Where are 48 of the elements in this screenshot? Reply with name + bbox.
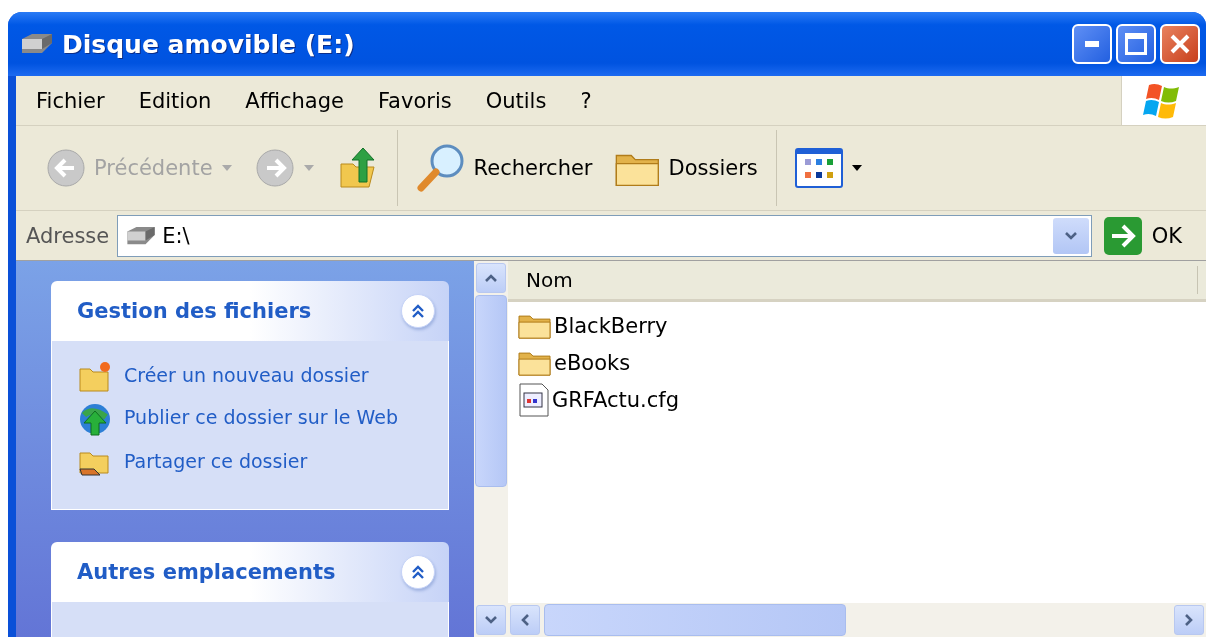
collapse-button[interactable]	[401, 555, 435, 589]
new-folder-icon	[78, 361, 112, 393]
file-name[interactable]: eBooks	[554, 350, 631, 375]
menu-item[interactable]: ?	[563, 88, 609, 113]
collapse-icon	[410, 564, 426, 580]
menu-item[interactable]: Outils	[468, 88, 564, 113]
views-icon	[794, 148, 843, 188]
minimize-icon	[1085, 41, 1099, 47]
task-link[interactable]: Partager ce dossier	[78, 447, 438, 479]
dropdown-button[interactable]	[1052, 217, 1089, 254]
task-panel-title: Autres emplacements	[77, 560, 337, 584]
close-icon	[1169, 33, 1191, 55]
file-name[interactable]: GRFActu.cfg	[552, 387, 680, 412]
collapse-button[interactable]	[401, 294, 435, 328]
close-button[interactable]	[1160, 24, 1200, 64]
scroll-thumb[interactable]	[544, 604, 846, 636]
maximize-icon	[1125, 33, 1147, 55]
column-header[interactable]: Nom	[508, 266, 1198, 294]
caret-icon	[850, 164, 863, 172]
task-panel-title: Gestion des fichiers	[77, 299, 313, 323]
menu-item[interactable]: Fichier	[16, 88, 122, 113]
maximize-button[interactable]	[1116, 24, 1156, 64]
file-name[interactable]: BlackBerry	[554, 313, 668, 338]
menu-item[interactable]: Favoris	[360, 88, 469, 113]
scroll-up-button[interactable]	[476, 263, 506, 293]
scroll-thumb[interactable]	[475, 295, 507, 487]
window-title: Disque amovible (E:)	[62, 29, 356, 59]
vertical-scrollbar[interactable]	[474, 261, 508, 637]
menu-item[interactable]: Affichage	[228, 88, 361, 113]
scroll-left-button[interactable]	[510, 605, 540, 635]
scroll-down-button[interactable]	[476, 605, 506, 635]
caret-icon	[302, 164, 315, 172]
task-link[interactable]: Publier ce dossier sur le Web	[78, 403, 438, 437]
menu-item[interactable]: Edition	[121, 88, 229, 113]
config-file-icon	[518, 382, 550, 417]
caret-icon	[220, 164, 233, 172]
scroll-right-button[interactable]	[1174, 605, 1204, 635]
address-label: Adresse	[26, 223, 110, 248]
go-button[interactable]: OK	[1099, 216, 1206, 255]
collapse-icon	[410, 303, 426, 319]
task-link[interactable]: Créer un nouveau dossier	[78, 361, 438, 393]
drive-icon	[20, 33, 54, 55]
search-button[interactable]: Rechercher	[407, 139, 601, 197]
address-field[interactable]: E:\	[117, 214, 1092, 257]
search-icon	[415, 143, 466, 193]
horizontal-scrollbar[interactable]	[508, 603, 1206, 637]
folders-button[interactable]: Dossiers	[606, 145, 766, 191]
minimize-button[interactable]	[1072, 24, 1112, 64]
